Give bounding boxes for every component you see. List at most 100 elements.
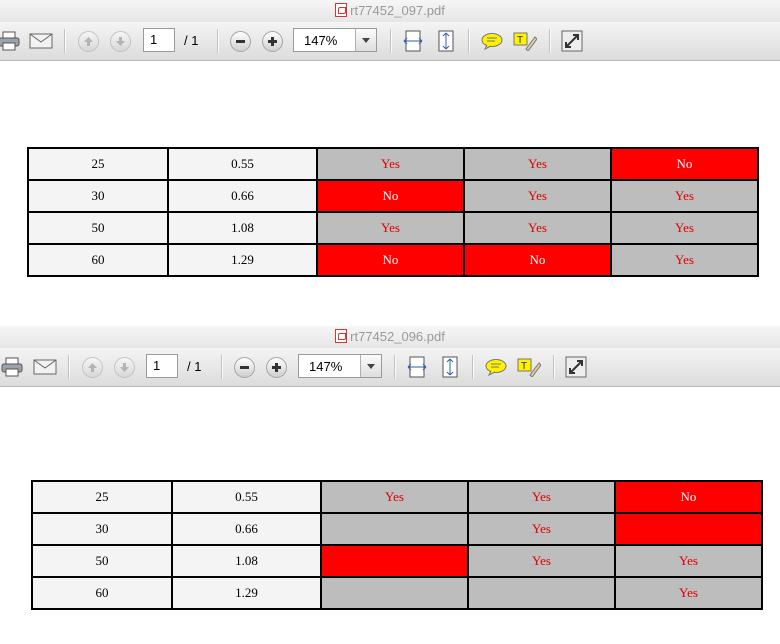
result-cell: Yes: [610, 211, 759, 245]
next-page-icon: [109, 30, 131, 52]
result-cell: Yes: [610, 243, 759, 277]
toolbar-separator: [390, 29, 392, 53]
result-cell: [320, 544, 469, 578]
cell-value-a: 60: [31, 576, 173, 610]
cell-value-a: 25: [27, 147, 169, 181]
page-number-input[interactable]: 1: [143, 28, 175, 52]
result-cell: [467, 576, 616, 610]
pdf-viewer-window-2: rt77452_096.pdf 1 / 1 147% T 25 0.55 Yes…: [0, 326, 780, 644]
cell-value-a: 30: [31, 512, 173, 546]
zoom-in-icon: [265, 356, 287, 378]
results-table: 25 0.55 Yes Yes No 30 0.66 No Yes Yes 50 1.08 Yes Yes…: [27, 147, 759, 277]
pdf-file-icon: [335, 329, 348, 343]
zoom-out-button[interactable]: [232, 354, 256, 380]
previous-page-button[interactable]: [80, 354, 104, 380]
toolbar-separator: [549, 29, 551, 53]
page-number-input[interactable]: 1: [146, 354, 178, 378]
page-total: / 1: [184, 33, 199, 48]
table-row: 30 0.66 No Yes Yes: [27, 179, 759, 213]
fit-width-button[interactable]: [401, 28, 425, 54]
cell-value-b: 1.29: [167, 243, 318, 277]
highlight-text-button[interactable]: T: [516, 354, 542, 380]
previous-page-button[interactable]: [76, 28, 100, 54]
cell-value-b: 1.29: [171, 576, 322, 610]
fullscreen-button[interactable]: [564, 354, 588, 380]
cell-value-a: 30: [27, 179, 169, 213]
result-cell: No: [610, 147, 759, 181]
fit-page-icon: [442, 356, 458, 378]
zoom-value: 147%: [304, 33, 338, 48]
next-page-button[interactable]: [112, 354, 136, 380]
window-title: rt77452_096.pdf: [350, 329, 445, 344]
table-row: 50 1.08 Yes Yes Yes: [27, 211, 759, 245]
highlight-text-icon: T: [513, 32, 537, 51]
print-icon: [0, 31, 20, 51]
fit-page-button[interactable]: [438, 354, 462, 380]
cell-value-a: 50: [31, 544, 173, 578]
toolbar-separator: [217, 29, 219, 53]
toolbar-separator: [468, 29, 470, 53]
cell-value-b: 1.08: [171, 544, 322, 578]
result-cell: Yes: [463, 211, 612, 245]
result-cell: Yes: [463, 147, 612, 181]
comment-icon: [485, 359, 507, 376]
comment-button[interactable]: [484, 354, 508, 380]
result-cell: Yes: [467, 480, 616, 514]
cell-value-b: 0.55: [171, 480, 322, 514]
zoom-select[interactable]: 147%: [293, 28, 377, 52]
zoom-select[interactable]: 147%: [298, 354, 382, 378]
result-cell: Yes: [316, 147, 465, 181]
fit-page-button[interactable]: [434, 28, 458, 54]
toolbar-separator: [553, 355, 555, 379]
result-cell: Yes: [614, 544, 763, 578]
next-page-icon: [113, 356, 135, 378]
print-button[interactable]: [0, 354, 24, 380]
highlight-text-button[interactable]: T: [512, 28, 538, 54]
pdf-file-icon: [335, 3, 348, 17]
viewer-toolbar: 1 / 1 147% T: [0, 22, 780, 61]
page-total: / 1: [187, 359, 202, 374]
fullscreen-button[interactable]: [560, 28, 584, 54]
next-page-button[interactable]: [108, 28, 132, 54]
result-cell: No: [316, 243, 465, 277]
table-row: 50 1.08 Yes Yes: [31, 544, 763, 578]
window-title: rt77452_097.pdf: [350, 3, 445, 18]
previous-page-icon: [77, 30, 99, 52]
zoom-value: 147%: [309, 359, 343, 374]
comment-button[interactable]: [480, 28, 504, 54]
window-titlebar: rt77452_097.pdf: [0, 0, 780, 22]
toolbar-separator: [472, 355, 474, 379]
cell-value-a: 60: [27, 243, 169, 277]
chevron-down-icon[interactable]: [360, 355, 381, 377]
result-cell: No: [614, 480, 763, 514]
zoom-in-button[interactable]: [260, 28, 284, 54]
toolbar-separator: [394, 355, 396, 379]
cell-value-b: 0.55: [167, 147, 318, 181]
result-cell: Yes: [614, 576, 763, 610]
zoom-out-button[interactable]: [228, 28, 252, 54]
result-cell: Yes: [467, 512, 616, 546]
table-row: 30 0.66 Yes: [31, 512, 763, 546]
viewer-toolbar: 1 / 1 147% T: [0, 348, 780, 387]
results-table-body: 25 0.55 Yes Yes No 30 0.66 Yes 50 1.08 Yes Yes 60 1.2…: [31, 480, 763, 610]
result-cell: No: [463, 243, 612, 277]
fit-width-icon: [403, 30, 423, 52]
table-row: 25 0.55 Yes Yes No: [27, 147, 759, 181]
table-row: 60 1.29 Yes: [31, 576, 763, 610]
email-button[interactable]: [32, 354, 58, 380]
result-cell: [320, 576, 469, 610]
toolbar-separator: [68, 355, 70, 379]
cell-value-b: 1.08: [167, 211, 318, 245]
result-cell: [614, 512, 763, 546]
print-button[interactable]: [0, 28, 21, 54]
chevron-down-icon[interactable]: [355, 29, 376, 51]
email-button[interactable]: [28, 28, 54, 54]
zoom-in-button[interactable]: [264, 354, 288, 380]
cell-value-a: 25: [31, 480, 173, 514]
table-row: 25 0.55 Yes Yes No: [31, 480, 763, 514]
mail-icon: [33, 359, 57, 375]
zoom-in-icon: [261, 30, 283, 52]
toolbar-separator: [64, 29, 66, 53]
fit-width-button[interactable]: [405, 354, 429, 380]
result-cell: No: [316, 179, 465, 213]
